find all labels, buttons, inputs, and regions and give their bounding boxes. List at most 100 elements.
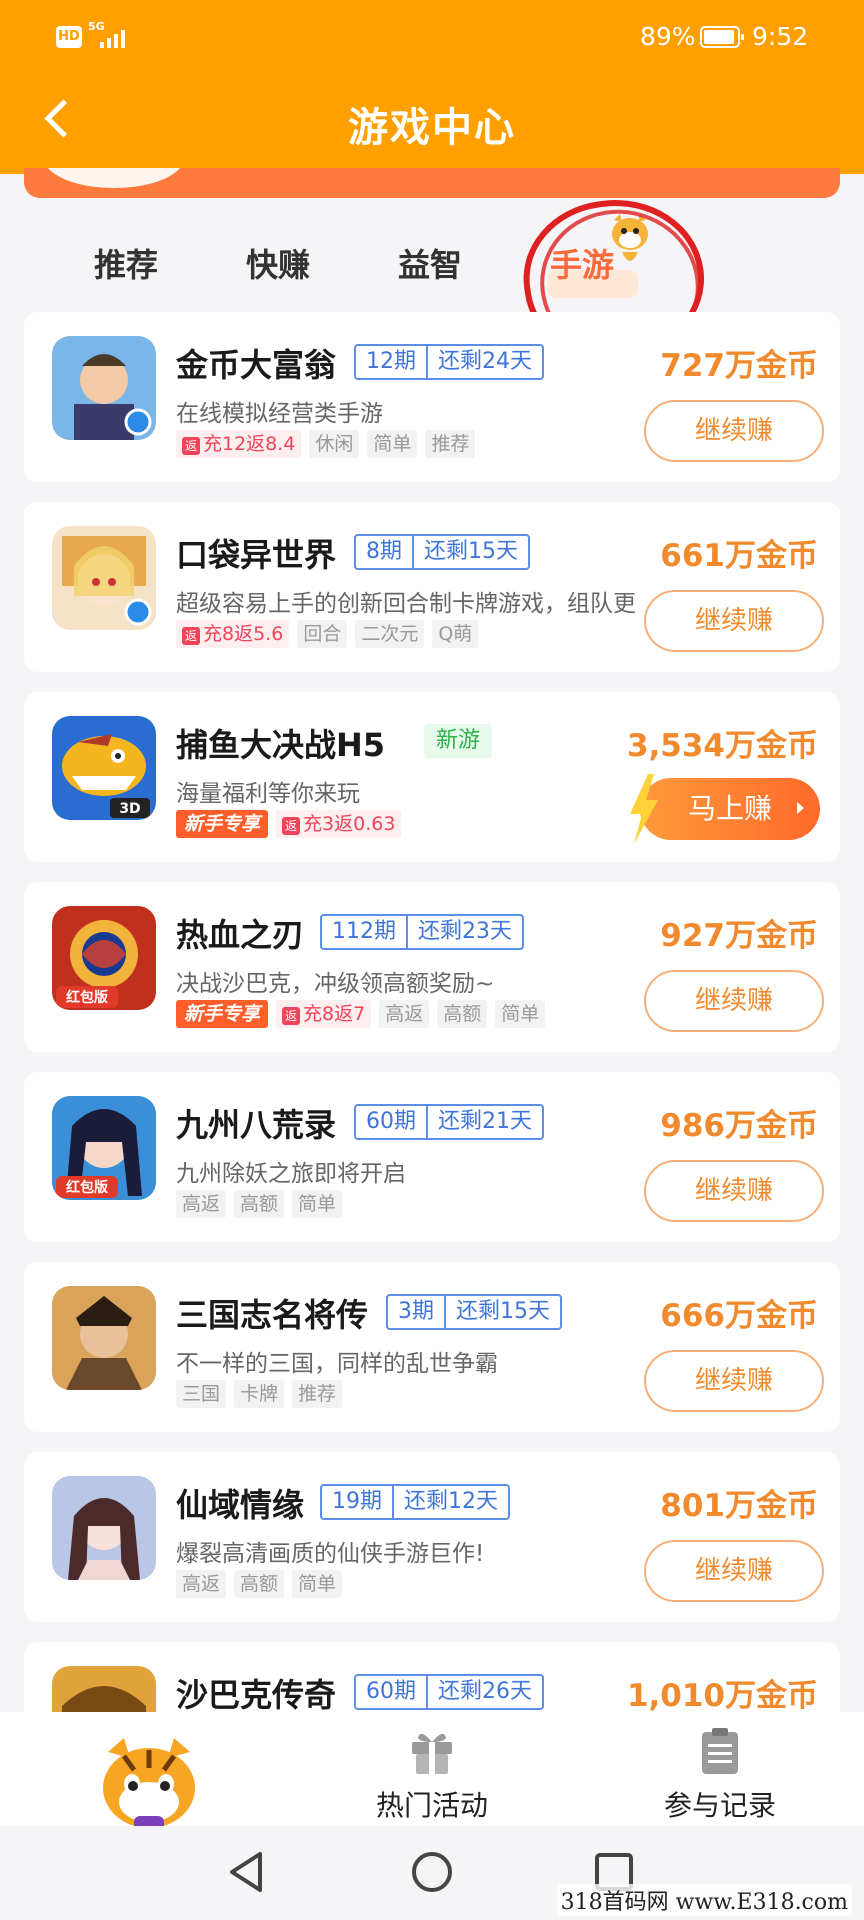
tag: 高返 [176, 1190, 227, 1218]
game-description: 超级容易上手的创新回合制卡牌游戏，组队更 [176, 591, 636, 617]
recharge-tag: 返充8返7 [276, 1000, 372, 1028]
game-description: 在线模拟经营类手游 [176, 401, 383, 427]
coin-amount: 727万金币 [660, 348, 818, 384]
period-number: 60期 [366, 1679, 416, 1704]
game-card[interactable]: 3D 捕鱼大决战H5 新游 海量福利等你来玩 新手专享 返充3返0.63 3,5… [24, 692, 840, 862]
coin-amount: 1,010万金币 [626, 1678, 818, 1712]
tag: 高返 [176, 1570, 227, 1598]
tab-puzzle[interactable]: 益智 [398, 240, 462, 286]
period-badge: 112期 还剩23天 [320, 914, 524, 950]
game-card[interactable]: 沙巴克传奇 60期 还剩26天 1,010万金币 [24, 1642, 840, 1712]
period-badge: 12期 还剩24天 [354, 344, 544, 380]
back-triangle-icon[interactable] [226, 1850, 266, 1894]
tag-list: 返充8返5.6 回合 二次元 Q萌 [176, 620, 479, 648]
nav-records[interactable]: 参与记录 [620, 1712, 820, 1826]
nav-hot-activities[interactable]: 热门活动 [332, 1712, 532, 1826]
continue-earn-button[interactable]: 继续赚 [644, 970, 824, 1032]
coin-amount: 927万金币 [660, 918, 818, 954]
period-badge: 3期 还剩15天 [386, 1294, 562, 1330]
period-badge: 8期 还剩15天 [354, 534, 530, 570]
system-nav-bar: 318首码网 www.E318.com [0, 1826, 864, 1920]
tag: 三国 [176, 1380, 227, 1408]
tag: Q萌 [432, 620, 479, 648]
tag-list: 高返 高额 简单 [176, 1570, 343, 1598]
period-remaining: 还剩15天 [444, 1296, 560, 1328]
icon-badge: 红包版 [66, 1179, 108, 1196]
continue-earn-button[interactable]: 继续赚 [644, 400, 824, 462]
top-bar: HD 5G 89% 9:52 游戏中心 [0, 0, 864, 174]
tag: 推荐 [425, 430, 476, 458]
continue-earn-button[interactable]: 继续赚 [644, 1350, 824, 1412]
continue-earn-button[interactable]: 继续赚 [644, 1540, 824, 1602]
period-number: 112期 [332, 919, 396, 944]
nav-hot-label: 热门活动 [375, 1789, 488, 1822]
earn-now-label: 马上赚 [687, 792, 772, 825]
banner[interactable] [24, 168, 840, 198]
game-card[interactable]: 三国志名将传 3期 还剩15天 不一样的三国，同样的乱世争霸 三国 卡牌 推荐 … [24, 1262, 840, 1432]
game-icon [52, 1666, 156, 1712]
tag: 休闲 [309, 430, 360, 458]
clipboard-icon [702, 1728, 738, 1774]
game-description: 九州除妖之旅即将开启 [176, 1161, 406, 1187]
period-number: 60期 [366, 1109, 416, 1134]
game-description: 决战沙巴克，冲级领高额奖励~ [176, 971, 495, 997]
new-game-badge: 新游 [424, 724, 493, 758]
period-remaining: 还剩24天 [426, 346, 542, 378]
home-circle-icon[interactable] [410, 1850, 454, 1894]
earn-now-button[interactable]: 马上赚 [630, 774, 820, 844]
tag: 推荐 [292, 1380, 343, 1408]
game-icon: 红包版 [52, 1096, 156, 1200]
game-name: 三国志名将传 [176, 1296, 369, 1334]
game-card[interactable]: 金币大富翁 12期 还剩24天 在线模拟经营类手游 返充12返8.4 休闲 简单… [24, 312, 840, 482]
game-name: 热血之刃 [176, 916, 305, 954]
game-description: 爆裂高清画质的仙侠手游巨作! [176, 1541, 485, 1567]
recharge-tag: 返充12返8.4 [176, 430, 302, 458]
period-remaining: 还剩12天 [392, 1486, 508, 1518]
period-number: 19期 [332, 1489, 382, 1514]
coin-amount: 801万金币 [660, 1488, 818, 1524]
nav-records-label: 参与记录 [663, 1789, 776, 1822]
tag-list: 高返 高额 简单 [176, 1190, 343, 1218]
continue-earn-button[interactable]: 继续赚 [644, 1160, 824, 1222]
tag: 二次元 [355, 620, 425, 648]
tag-list: 返充12返8.4 休闲 简单 推荐 [176, 430, 476, 458]
game-icon [52, 1476, 156, 1580]
page-title: 游戏中心 [348, 105, 516, 151]
newbie-tag: 新手专享 [176, 1000, 269, 1028]
status-bar: HD 5G 89% 9:52 [0, 0, 864, 75]
arrow-right-icon [797, 802, 804, 814]
tag: 回合 [297, 620, 348, 648]
coin-amount: 661万金币 [660, 538, 818, 574]
tag: 高返 [379, 1000, 430, 1028]
header: 游戏中心 [0, 75, 864, 174]
game-card[interactable]: 红包版 热血之刃 112期 还剩23天 决战沙巴克，冲级领高额奖励~ 新手专享 … [24, 882, 840, 1052]
signal-icon [100, 28, 130, 48]
clock: 9:52 [752, 22, 809, 51]
game-description: 海量福利等你来玩 [176, 781, 360, 807]
game-icon: 3D [52, 716, 156, 820]
tiger-mascot-icon[interactable] [94, 1730, 204, 1840]
tab-quick-earn[interactable]: 快赚 [246, 240, 310, 286]
tag: 高额 [234, 1190, 285, 1218]
tag: 高额 [437, 1000, 488, 1028]
period-remaining: 还剩23天 [406, 916, 522, 948]
game-name: 口袋异世界 [176, 536, 337, 574]
game-icon [52, 336, 156, 440]
lightning-icon [630, 774, 658, 844]
tag: 简单 [292, 1570, 343, 1598]
coin-amount: 986万金币 [660, 1108, 818, 1144]
game-card[interactable]: 仙域情缘 19期 还剩12天 爆裂高清画质的仙侠手游巨作! 高返 高额 简单 8… [24, 1452, 840, 1622]
recharge-tag: 返充8返5.6 [176, 620, 290, 648]
coin-amount: 666万金币 [660, 1298, 818, 1334]
game-name: 仙域情缘 [176, 1486, 305, 1524]
period-number: 3期 [398, 1299, 434, 1324]
gift-icon [412, 1733, 452, 1774]
game-name: 沙巴克传奇 [176, 1676, 337, 1712]
tab-recommend[interactable]: 推荐 [94, 240, 158, 286]
recharge-tag: 返充3返0.63 [276, 810, 402, 838]
game-name: 九州八荒录 [176, 1106, 337, 1144]
game-card[interactable]: 口袋异世界 8期 还剩15天 超级容易上手的创新回合制卡牌游戏，组队更 返充8返… [24, 502, 840, 672]
tag-list: 新手专享 返充8返7 高返 高额 简单 [176, 1000, 546, 1028]
game-card[interactable]: 红包版 九州八荒录 60期 还剩21天 九州除妖之旅即将开启 高返 高额 简单 … [24, 1072, 840, 1242]
continue-earn-button[interactable]: 继续赚 [644, 590, 824, 652]
